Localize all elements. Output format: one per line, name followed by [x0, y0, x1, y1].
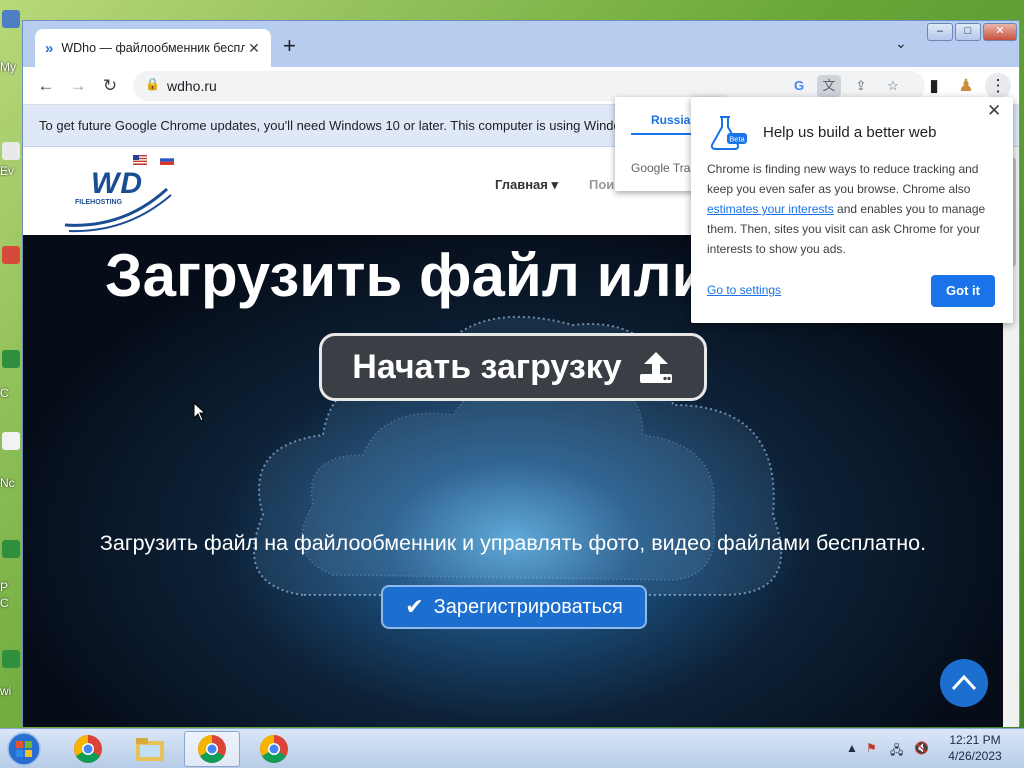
taskbar-chrome-active[interactable]: [184, 731, 240, 767]
reload-button[interactable]: ↻: [97, 73, 123, 99]
desktop-icon[interactable]: [2, 540, 20, 558]
tab-title: WDho — файлообменник бесплатно: [61, 41, 245, 55]
desktop-icon[interactable]: [2, 246, 20, 264]
folder-icon: [136, 738, 164, 761]
desktop-icon[interactable]: [2, 10, 20, 28]
mouse-cursor-icon: [193, 402, 205, 422]
go-to-settings-link[interactable]: Go to settings: [707, 283, 781, 297]
taskbar-chrome-2[interactable]: [246, 731, 302, 767]
privacy-sandbox-bubble: Beta Help us build a better web ✕ Chrome…: [691, 97, 1013, 323]
desktop-icon-label: P: [0, 580, 9, 594]
menu-kebab-icon[interactable]: ⋮: [985, 73, 1011, 99]
tab-close-icon[interactable]: ✕: [245, 40, 263, 57]
desktop-icon-label: C: [0, 596, 9, 610]
taskbar: ▲ ⚑ 🖧 🔇 12:21 PM 4/26/2023: [0, 728, 1024, 768]
share-icon[interactable]: ⇪: [849, 75, 873, 97]
network-icon[interactable]: 🖧: [890, 741, 903, 762]
desktop-icon[interactable]: [2, 142, 20, 160]
beta-flask-icon: Beta: [710, 116, 747, 150]
chrome-icon: [198, 735, 226, 763]
minimize-button[interactable]: –: [927, 23, 953, 41]
desktop-icon-label: wi: [0, 684, 12, 698]
maximize-button[interactable]: □: [955, 23, 981, 41]
bubble-body: Chrome is finding new ways to reduce tra…: [707, 159, 1003, 259]
show-hidden-icons-chevron-icon[interactable]: ▲: [846, 741, 858, 755]
google-lens-icon[interactable]: G: [787, 75, 811, 97]
bubble-title: Help us build a better web: [763, 124, 937, 141]
got-it-button[interactable]: Got it: [931, 275, 995, 307]
tab-strip: » WDho — файлообменник бесплатно ✕ + ⌄ –…: [23, 21, 1019, 67]
start-button-windows-icon[interactable]: [4, 731, 44, 767]
side-panel-icon[interactable]: ▮: [921, 73, 947, 99]
nav-home[interactable]: Главная ▾: [495, 177, 558, 193]
back-button[interactable]: ←: [33, 73, 59, 99]
translate-icon[interactable]: 文: [817, 75, 841, 97]
desktop-icon[interactable]: [2, 350, 20, 368]
forward-button[interactable]: →: [65, 73, 91, 99]
site-logo-subtitle: FILEHOSTING: [75, 199, 123, 206]
taskbar-explorer[interactable]: [122, 731, 178, 767]
site-favicon-icon: »: [45, 39, 54, 57]
site-logo[interactable]: WD: [91, 167, 143, 201]
start-upload-label: Начать загрузку: [352, 347, 622, 386]
scroll-to-top-button[interactable]: [940, 659, 988, 707]
extension-icon[interactable]: ♟: [953, 73, 979, 99]
tab-search-chevron-icon[interactable]: ⌄: [895, 35, 907, 52]
url-text[interactable]: wdho.ru: [167, 78, 217, 94]
bubble-body-text: Chrome is finding new ways to reduce tra…: [707, 162, 979, 196]
chrome-window: » WDho — файлообменник бесплатно ✕ + ⌄ –…: [22, 20, 1020, 727]
beta-badge-text: Beta: [729, 135, 745, 144]
chrome-icon: [260, 735, 288, 763]
lock-icon[interactable]: 🔒: [145, 77, 160, 91]
hero-subtitle: Загрузить файл на файлообменник и управл…: [99, 531, 927, 555]
register-label: Зарегистрироваться: [433, 595, 623, 618]
hero-title: Загрузить файл или: [105, 242, 709, 309]
chrome-icon: [74, 735, 102, 763]
taskbar-chrome[interactable]: [60, 731, 116, 767]
flag-ru-icon[interactable]: [160, 155, 174, 165]
infobar-text: To get future Google Chrome updates, you…: [39, 118, 652, 133]
desktop-icon[interactable]: [2, 650, 20, 668]
close-window-button[interactable]: ✕: [983, 23, 1017, 41]
checkmark-icon: ✔: [405, 594, 424, 619]
upload-icon: [639, 352, 672, 383]
flag-us-icon[interactable]: [133, 155, 147, 165]
bubble-close-icon[interactable]: ✕: [987, 101, 1001, 121]
start-upload-button[interactable]: Начать загрузку: [319, 333, 707, 401]
volume-muted-icon[interactable]: 🔇: [914, 741, 929, 755]
new-tab-button[interactable]: +: [283, 33, 296, 59]
system-clock[interactable]: 12:21 PM 4/26/2023: [940, 732, 1010, 764]
register-button[interactable]: ✔ Зарегистрироваться: [381, 585, 647, 629]
nav-search[interactable]: Пои: [589, 177, 614, 192]
desktop-icon-label: Ev: [0, 164, 15, 178]
bookmark-star-icon[interactable]: ☆: [881, 75, 905, 97]
tab-wdho[interactable]: » WDho — файлообменник бесплатно ✕: [35, 29, 271, 67]
clock-date: 4/26/2023: [948, 749, 1002, 763]
estimates-interests-link[interactable]: estimates your interests: [707, 202, 834, 216]
desktop-icon-label: My: [0, 60, 16, 74]
action-center-flag-icon[interactable]: ⚑: [866, 741, 877, 755]
chevron-up-icon: [951, 674, 977, 691]
desktop-icon[interactable]: [2, 432, 20, 450]
desktop-icon-label: Nc: [0, 476, 15, 490]
desktop-icon-label: C: [0, 386, 9, 400]
clock-time: 12:21 PM: [949, 733, 1001, 747]
